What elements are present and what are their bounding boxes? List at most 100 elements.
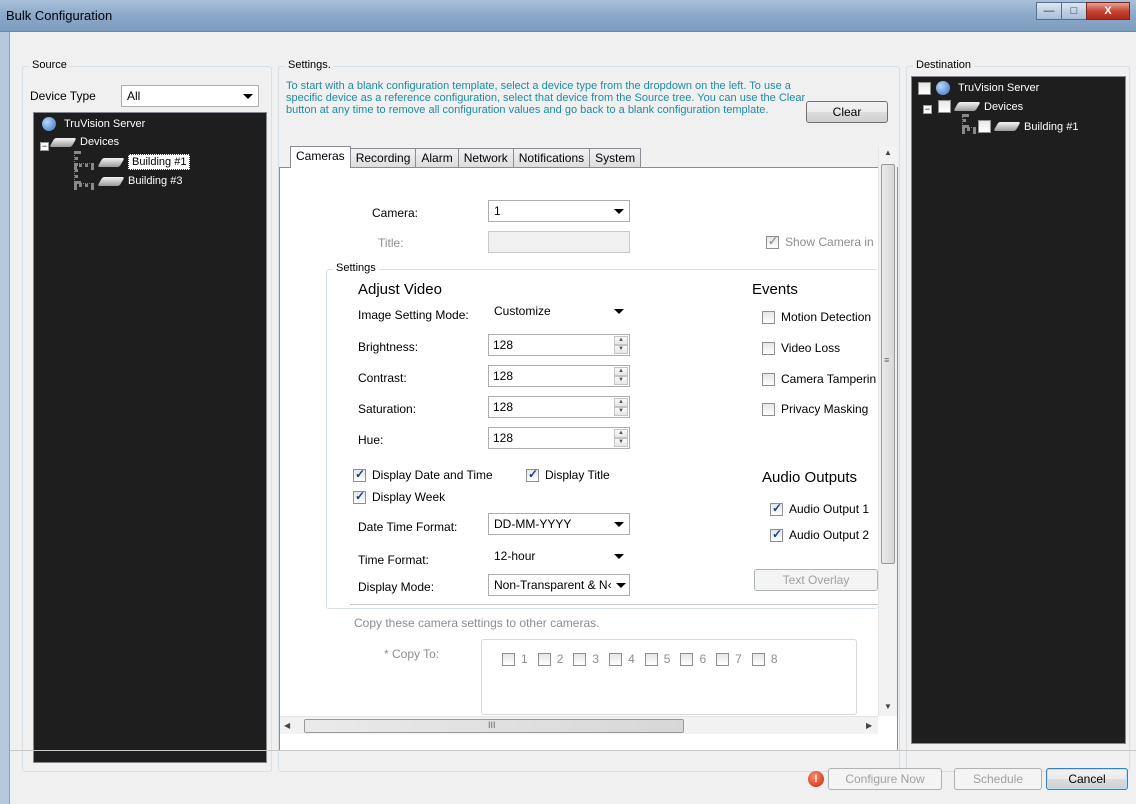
scroll-down-icon[interactable]: ▼ (884, 702, 892, 711)
copy-camera-8-checkbox[interactable]: 8 (751, 652, 778, 666)
contrast-value: 128 (493, 369, 514, 383)
checkbox-label: 7 (735, 652, 742, 666)
tree-item-building-1[interactable]: Building #1 (978, 120, 1078, 133)
text-overlay-button[interactable]: Text Overlay (754, 569, 878, 591)
camera-dropdown[interactable]: 1 (488, 200, 630, 222)
cancel-button[interactable]: Cancel (1046, 768, 1128, 790)
time-format-label: Time Format: (358, 553, 429, 567)
video-loss-checkbox[interactable]: Video Loss (762, 341, 840, 355)
scroll-left-icon[interactable]: ◀ (284, 721, 290, 730)
destination-tree[interactable]: TruVision Server − Devices Building #1 (911, 76, 1126, 744)
copy-camera-6-checkbox[interactable]: 6 (680, 652, 706, 666)
contrast-stepper[interactable]: 128 ▲ ▼ (488, 365, 630, 387)
copy-camera-1-checkbox[interactable]: 1 (502, 652, 528, 666)
hue-stepper[interactable]: 128 ▲ ▼ (488, 427, 630, 449)
display-date-time-checkbox[interactable]: Display Date and Time (353, 467, 493, 482)
copy-camera-7-checkbox[interactable]: 7 (716, 652, 742, 666)
spin-down-icon[interactable]: ▼ (614, 438, 628, 447)
tree-checkbox[interactable] (978, 120, 991, 133)
configure-now-button[interactable]: Configure Now (828, 768, 942, 790)
contrast-label: Contrast: (358, 371, 407, 385)
tab-notifications[interactable]: Notifications (512, 148, 591, 168)
spin-up-icon[interactable]: ▲ (614, 367, 628, 376)
privacy-masking-checkbox[interactable]: Privacy Masking (762, 402, 868, 416)
checkbox-label: Audio Output 2 (789, 528, 870, 542)
scroll-right-icon[interactable]: ▶ (866, 721, 872, 730)
collapse-icon[interactable]: − (923, 105, 932, 114)
audio-output-2-checkbox[interactable]: Audio Output 2 (770, 527, 870, 542)
display-mode-value: Non-Transparent & N‹ (494, 578, 612, 592)
brightness-stepper[interactable]: 128 ▲ ▼ (488, 334, 630, 356)
checkbox-box (770, 501, 783, 516)
adjust-video-heading: Adjust Video (358, 281, 442, 298)
tree-line (962, 127, 976, 131)
tree-item-building-3[interactable]: Building #3 (97, 175, 182, 187)
title-field[interactable] (488, 231, 630, 253)
camera-tampering-checkbox[interactable]: Camera Tamperin (762, 372, 876, 386)
checkbox-box (526, 467, 539, 482)
inner-settings-legend: Settings (333, 262, 379, 274)
motion-detection-checkbox[interactable]: Motion Detection (762, 310, 871, 324)
checkbox-box (751, 652, 765, 666)
scrollbar-thumb[interactable]: III (304, 719, 684, 733)
window-title: Bulk Configuration (6, 8, 113, 23)
tree-item-building-1[interactable]: Building #1 (97, 154, 191, 170)
schedule-button[interactable]: Schedule (954, 768, 1042, 790)
spin-up-icon[interactable]: ▲ (614, 398, 628, 407)
tree-item-label: Building #1 (128, 154, 191, 170)
tree-item-label: Devices (80, 136, 120, 148)
tab-recording[interactable]: Recording (349, 148, 417, 168)
spin-down-icon[interactable]: ▼ (614, 345, 628, 354)
maximize-button[interactable]: □ (1061, 2, 1087, 20)
spin-down-icon[interactable]: ▼ (614, 376, 628, 385)
source-tree[interactable]: TruVision Server − Devices Building #1 B… (33, 112, 267, 763)
horizontal-scrollbar[interactable]: ◀ III ▶ (280, 716, 878, 734)
tree-item-server[interactable]: TruVision Server (918, 81, 1039, 95)
instructions-text: To start with a blank configuration temp… (286, 80, 806, 116)
checkbox-box (762, 341, 775, 355)
image-mode-dropdown[interactable]: Customize (488, 300, 630, 322)
copy-camera-5-checkbox[interactable]: 5 (644, 652, 670, 666)
collapse-icon[interactable]: − (40, 142, 49, 151)
tree-checkbox[interactable] (918, 81, 931, 95)
display-mode-dropdown[interactable]: Non-Transparent & N‹ (488, 574, 630, 596)
scroll-up-icon[interactable]: ▲ (884, 148, 892, 157)
title-label: Title: (378, 236, 404, 250)
tree-item-devices[interactable]: Devices (49, 136, 120, 148)
tree-item-devices[interactable]: Devices (938, 100, 1023, 113)
close-button[interactable]: X (1086, 2, 1130, 20)
checkbox-label: 8 (770, 652, 778, 666)
checkbox-label: Camera Tamperin (781, 372, 877, 386)
time-format-dropdown[interactable]: 12-hour (488, 545, 630, 567)
copy-hint-text: Copy these camera settings to other came… (354, 616, 600, 630)
audio-outputs-heading: Audio Outputs (762, 469, 858, 486)
display-title-checkbox[interactable]: Display Title (526, 467, 610, 482)
device-type-dropdown[interactable]: All (121, 85, 259, 107)
scrollbar-thumb[interactable]: ≡ (881, 164, 895, 564)
audio-output-1-checkbox[interactable]: Audio Output 1 (770, 501, 869, 516)
copy-camera-2-checkbox[interactable]: 2 (537, 652, 563, 666)
checkbox-box (762, 402, 775, 416)
footer-divider (10, 750, 1136, 751)
display-week-checkbox[interactable]: Display Week (353, 489, 445, 504)
show-camera-checkbox[interactable]: Show Camera in (766, 234, 874, 249)
minimize-button[interactable]: — (1036, 2, 1062, 20)
tab-alarm[interactable]: Alarm (415, 148, 459, 168)
checkbox-label: 6 (699, 652, 707, 666)
tree-item-server[interactable]: TruVision Server (42, 117, 145, 131)
window-border (0, 32, 10, 804)
saturation-stepper[interactable]: 128 ▲ ▼ (488, 396, 630, 418)
spin-up-icon[interactable]: ▲ (614, 336, 628, 345)
copy-camera-3-checkbox[interactable]: 3 (573, 652, 599, 666)
tab-system[interactable]: System (589, 148, 642, 168)
tree-line (74, 163, 94, 167)
tab-network[interactable]: Network (457, 148, 514, 168)
spin-down-icon[interactable]: ▼ (614, 407, 628, 416)
copy-camera-4-checkbox[interactable]: 4 (609, 652, 635, 666)
date-format-dropdown[interactable]: DD-MM-YYYY (488, 513, 630, 535)
spin-up-icon[interactable]: ▲ (614, 429, 628, 438)
clear-button[interactable]: Clear (806, 101, 888, 123)
vertical-scrollbar[interactable]: ▲ ≡ ▼ (878, 146, 897, 716)
tree-checkbox[interactable] (938, 100, 951, 113)
tab-cameras[interactable]: Cameras (290, 146, 351, 168)
